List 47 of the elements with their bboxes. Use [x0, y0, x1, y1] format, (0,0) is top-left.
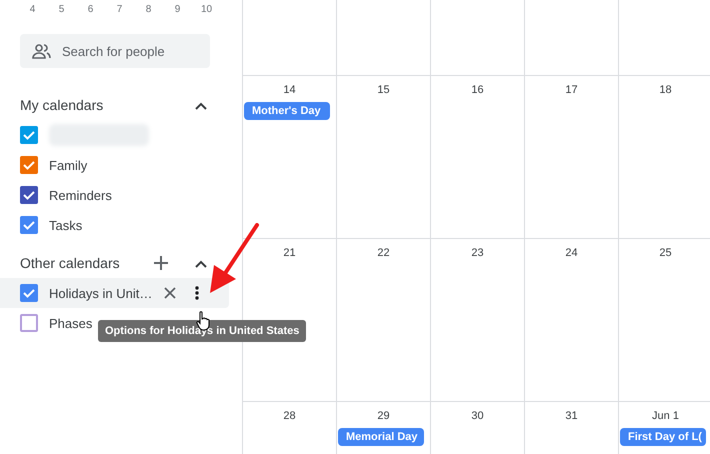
day-number[interactable]: 28	[283, 410, 296, 428]
section-title: My calendars	[20, 97, 104, 113]
calendar-label[interactable]: Phases	[49, 316, 92, 330]
checkbox[interactable]	[20, 126, 38, 144]
day-number[interactable]: 23	[471, 247, 484, 265]
add-icon[interactable]	[154, 256, 168, 270]
collapse-icon[interactable]	[194, 100, 208, 110]
day-number[interactable]: 25	[659, 247, 672, 265]
mini-calendar-day[interactable]: 8	[134, 4, 163, 14]
checkbox[interactable]	[20, 156, 38, 174]
day-number[interactable]: 30	[471, 410, 484, 428]
tooltip: Options for Holidays in United States	[98, 320, 306, 342]
mini-calendar-day[interactable]: 9	[163, 4, 192, 14]
checkbox[interactable]	[20, 186, 38, 204]
checkbox[interactable]	[20, 216, 38, 234]
day-number[interactable]: 24	[565, 247, 578, 265]
mini-calendar-day[interactable]: 7	[105, 4, 134, 14]
day-number[interactable]: 17	[565, 84, 578, 102]
day-number[interactable]: 21	[283, 247, 296, 265]
section-title: Other calendars	[20, 255, 121, 271]
calendar-label[interactable]: Reminders	[49, 188, 112, 202]
pointer-arrow-drawing	[208, 223, 260, 295]
event-chip[interactable]: Memorial Day	[338, 428, 424, 446]
calendar-label[interactable]: Family	[49, 158, 88, 172]
event-chip[interactable]: Mother's Day	[244, 102, 330, 120]
day-number[interactable]: Jun 1	[652, 410, 679, 428]
checkbox[interactable]	[20, 284, 38, 302]
event-chip[interactable]: First Day of L(	[620, 428, 706, 446]
collapse-icon[interactable]	[194, 258, 208, 268]
day-number[interactable]: 31	[565, 410, 578, 428]
day-number[interactable]: 29	[377, 410, 390, 428]
mini-calendar-day[interactable]: 4	[18, 4, 47, 14]
more-options-icon[interactable]	[195, 286, 200, 300]
close-icon[interactable]	[164, 287, 176, 299]
day-number[interactable]: 16	[471, 84, 484, 102]
search-field[interactable]: Search for people	[20, 34, 210, 68]
calendar-label[interactable]: Tasks	[49, 218, 82, 232]
day-number[interactable]: 14	[283, 84, 296, 102]
calendar-label[interactable]: Holidays in Unit…	[49, 286, 152, 300]
day-number[interactable]: 15	[377, 84, 390, 102]
day-number[interactable]: 22	[377, 247, 390, 265]
mini-calendar-day[interactable]: 6	[76, 4, 105, 14]
mini-calendar-day[interactable]: 10	[192, 4, 221, 14]
day-number[interactable]: 18	[659, 84, 672, 102]
calendar-row-highlight[interactable]: Holidays in Unit…	[0, 278, 229, 308]
checkbox[interactable]	[20, 314, 38, 332]
mini-calendar-day[interactable]: 5	[47, 4, 76, 14]
